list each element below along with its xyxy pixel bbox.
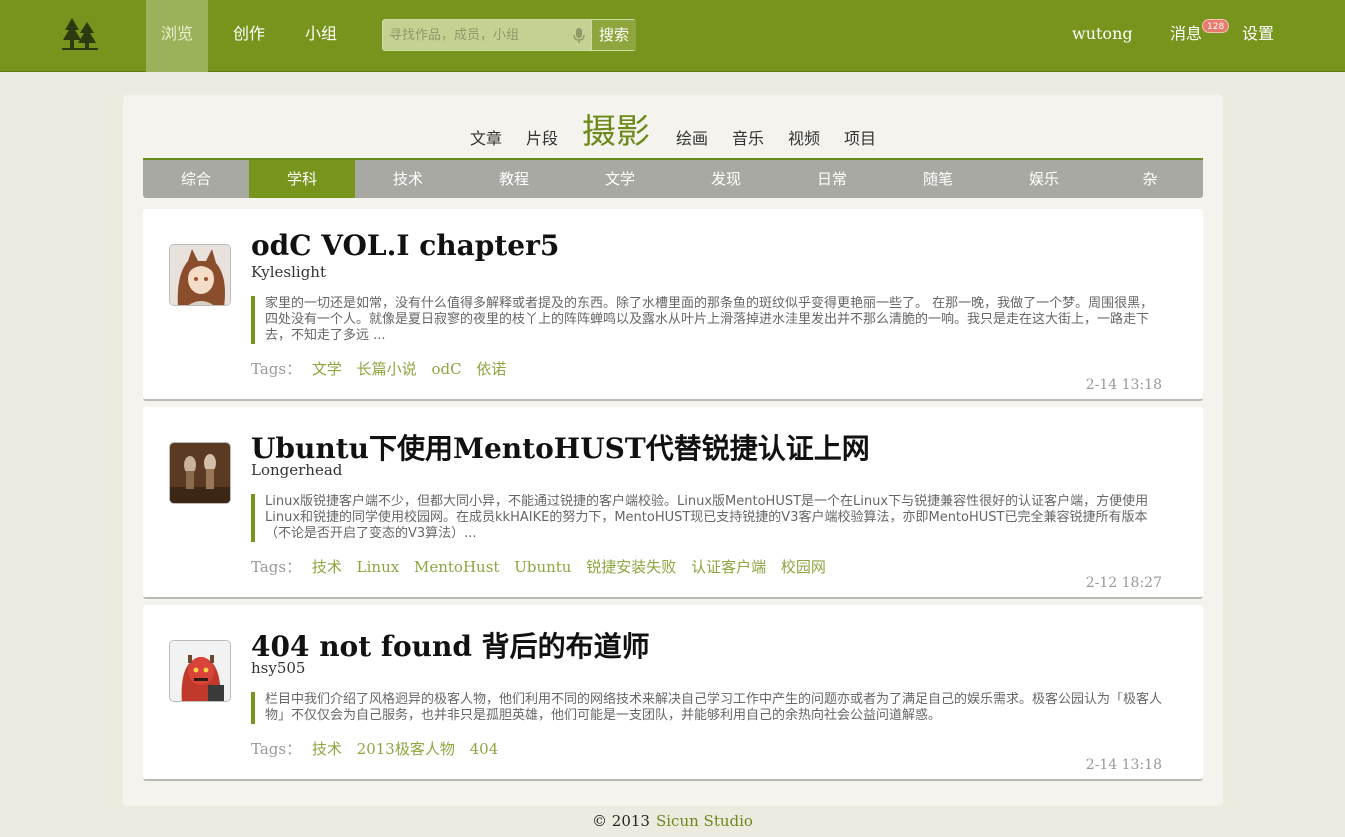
- nav-browse[interactable]: 浏览: [146, 0, 208, 72]
- post-title[interactable]: 404 not found 背后的布道师: [251, 625, 650, 665]
- subcategory-entertainment[interactable]: 娱乐: [991, 160, 1097, 198]
- post-excerpt: Linux版锐捷客户端不少，但都大同小异，不能通过锐捷的客户端校验。Linux版…: [251, 494, 1163, 542]
- post-title[interactable]: Ubuntu下使用MentoHUST代替锐捷认证上网: [251, 427, 870, 467]
- top-navigation-bar: 浏览 创作 小组 搜索 wutong 消息 128 设置: [0, 0, 1345, 72]
- tag-link[interactable]: Ubuntu: [514, 558, 571, 576]
- tags-label: Tags：: [251, 360, 302, 378]
- post-card: 404 not found 背后的布道师 hsy505 栏目中我们介绍了风格迥异…: [143, 605, 1203, 781]
- nav-groups[interactable]: 小组: [290, 0, 352, 72]
- subcategory-tutorial[interactable]: 教程: [461, 160, 567, 198]
- category-projects[interactable]: 项目: [844, 125, 876, 149]
- post-tags: Tags： 文学 长篇小说 odC 依诺: [251, 358, 516, 379]
- tag-link[interactable]: 文学: [312, 360, 342, 378]
- tag-link[interactable]: 2013极客人物: [357, 740, 455, 758]
- category-articles[interactable]: 文章: [470, 125, 502, 149]
- post-tags: Tags： 技术 Linux MentoHust Ubuntu 锐捷安装失败 认…: [251, 556, 836, 577]
- fox-girl-avatar-icon: [170, 245, 230, 305]
- tag-link[interactable]: 认证客户端: [691, 558, 766, 576]
- tree-logo-icon[interactable]: [62, 16, 102, 52]
- subcategory-daily[interactable]: 日常: [779, 160, 885, 198]
- subcategory-bar: 综合 学科 技术 教程 文学 发现 日常 随笔 娱乐 杂: [143, 160, 1203, 198]
- subcategory-essay[interactable]: 随笔: [885, 160, 991, 198]
- nav-create[interactable]: 创作: [218, 0, 280, 72]
- tag-link[interactable]: 404: [470, 740, 499, 758]
- post-date: 2-14 13:18: [1085, 757, 1162, 773]
- search-box: 搜索: [382, 19, 636, 51]
- subcategory-misc[interactable]: 杂: [1097, 160, 1203, 198]
- tag-link[interactable]: 校园网: [781, 558, 826, 576]
- category-music[interactable]: 音乐: [732, 125, 764, 149]
- category-snippets[interactable]: 片段: [526, 125, 558, 149]
- tags-label: Tags：: [251, 740, 302, 758]
- author-avatar[interactable]: [169, 442, 231, 504]
- subcategory-academic[interactable]: 学科: [249, 160, 355, 198]
- category-video[interactable]: 视频: [788, 125, 820, 149]
- footer: © 2013 Sicun Studio: [0, 812, 1345, 830]
- settings-link[interactable]: 设置: [1242, 0, 1274, 72]
- post-author[interactable]: Longerhead: [251, 461, 342, 479]
- post-excerpt: 栏目中我们介绍了风格迥异的极客人物，他们利用不同的网络技术来解决自己学习工作中产…: [251, 692, 1163, 724]
- post-card: Ubuntu下使用MentoHUST代替锐捷认证上网 Longerhead Li…: [143, 407, 1203, 599]
- post-tags: Tags： 技术 2013极客人物 404: [251, 738, 508, 759]
- tag-link[interactable]: 技术: [312, 740, 342, 758]
- post-card: odC VOL.I chapter5 Kyleslight 家里的一切还是如常，…: [143, 209, 1203, 401]
- tag-link[interactable]: 依诺: [476, 360, 506, 378]
- username-link[interactable]: wutong: [1072, 0, 1133, 72]
- messages-link[interactable]: 消息: [1170, 0, 1202, 72]
- post-author[interactable]: Kyleslight: [251, 263, 326, 281]
- message-count-badge: 128: [1202, 19, 1230, 33]
- tag-link[interactable]: 长篇小说: [357, 360, 417, 378]
- category-tabs: 文章 片段 摄影 绘画 音乐 视频 项目: [123, 95, 1223, 159]
- copyright-text: © 2013: [592, 812, 650, 830]
- search-button[interactable]: 搜索: [591, 20, 636, 50]
- tag-link[interactable]: odC: [431, 360, 461, 378]
- search-input[interactable]: [383, 20, 591, 50]
- subcategory-tech[interactable]: 技术: [355, 160, 461, 198]
- microphone-icon[interactable]: [573, 28, 585, 44]
- post-title[interactable]: odC VOL.I chapter5: [251, 229, 559, 262]
- tags-label: Tags：: [251, 558, 302, 576]
- category-painting[interactable]: 绘画: [676, 125, 708, 149]
- subcategory-literature[interactable]: 文学: [567, 160, 673, 198]
- author-avatar[interactable]: [169, 640, 231, 702]
- brown-figures-avatar-icon: [170, 443, 230, 503]
- red-hero-avatar-icon: [170, 641, 230, 701]
- post-date: 2-12 18:27: [1085, 575, 1162, 591]
- post-date: 2-14 13:18: [1085, 377, 1162, 393]
- studio-link[interactable]: Sicun Studio: [656, 812, 753, 830]
- subcategory-discover[interactable]: 发现: [673, 160, 779, 198]
- author-avatar[interactable]: [169, 244, 231, 306]
- tag-link[interactable]: 技术: [312, 558, 342, 576]
- tag-link[interactable]: 锐捷安装失败: [586, 558, 676, 576]
- tag-link[interactable]: MentoHust: [414, 558, 499, 576]
- tag-link[interactable]: Linux: [357, 558, 400, 576]
- post-excerpt: 家里的一切还是如常，没有什么值得多解释或者提及的东西。除了水槽里面的那条鱼的斑纹…: [251, 296, 1163, 344]
- category-photography[interactable]: 摄影: [582, 104, 650, 153]
- main-panel: 文章 片段 摄影 绘画 音乐 视频 项目 综合 学科 技术 教程 文学 发现 日…: [123, 95, 1223, 806]
- subcategory-general[interactable]: 综合: [143, 160, 249, 198]
- post-author[interactable]: hsy505: [251, 659, 305, 677]
